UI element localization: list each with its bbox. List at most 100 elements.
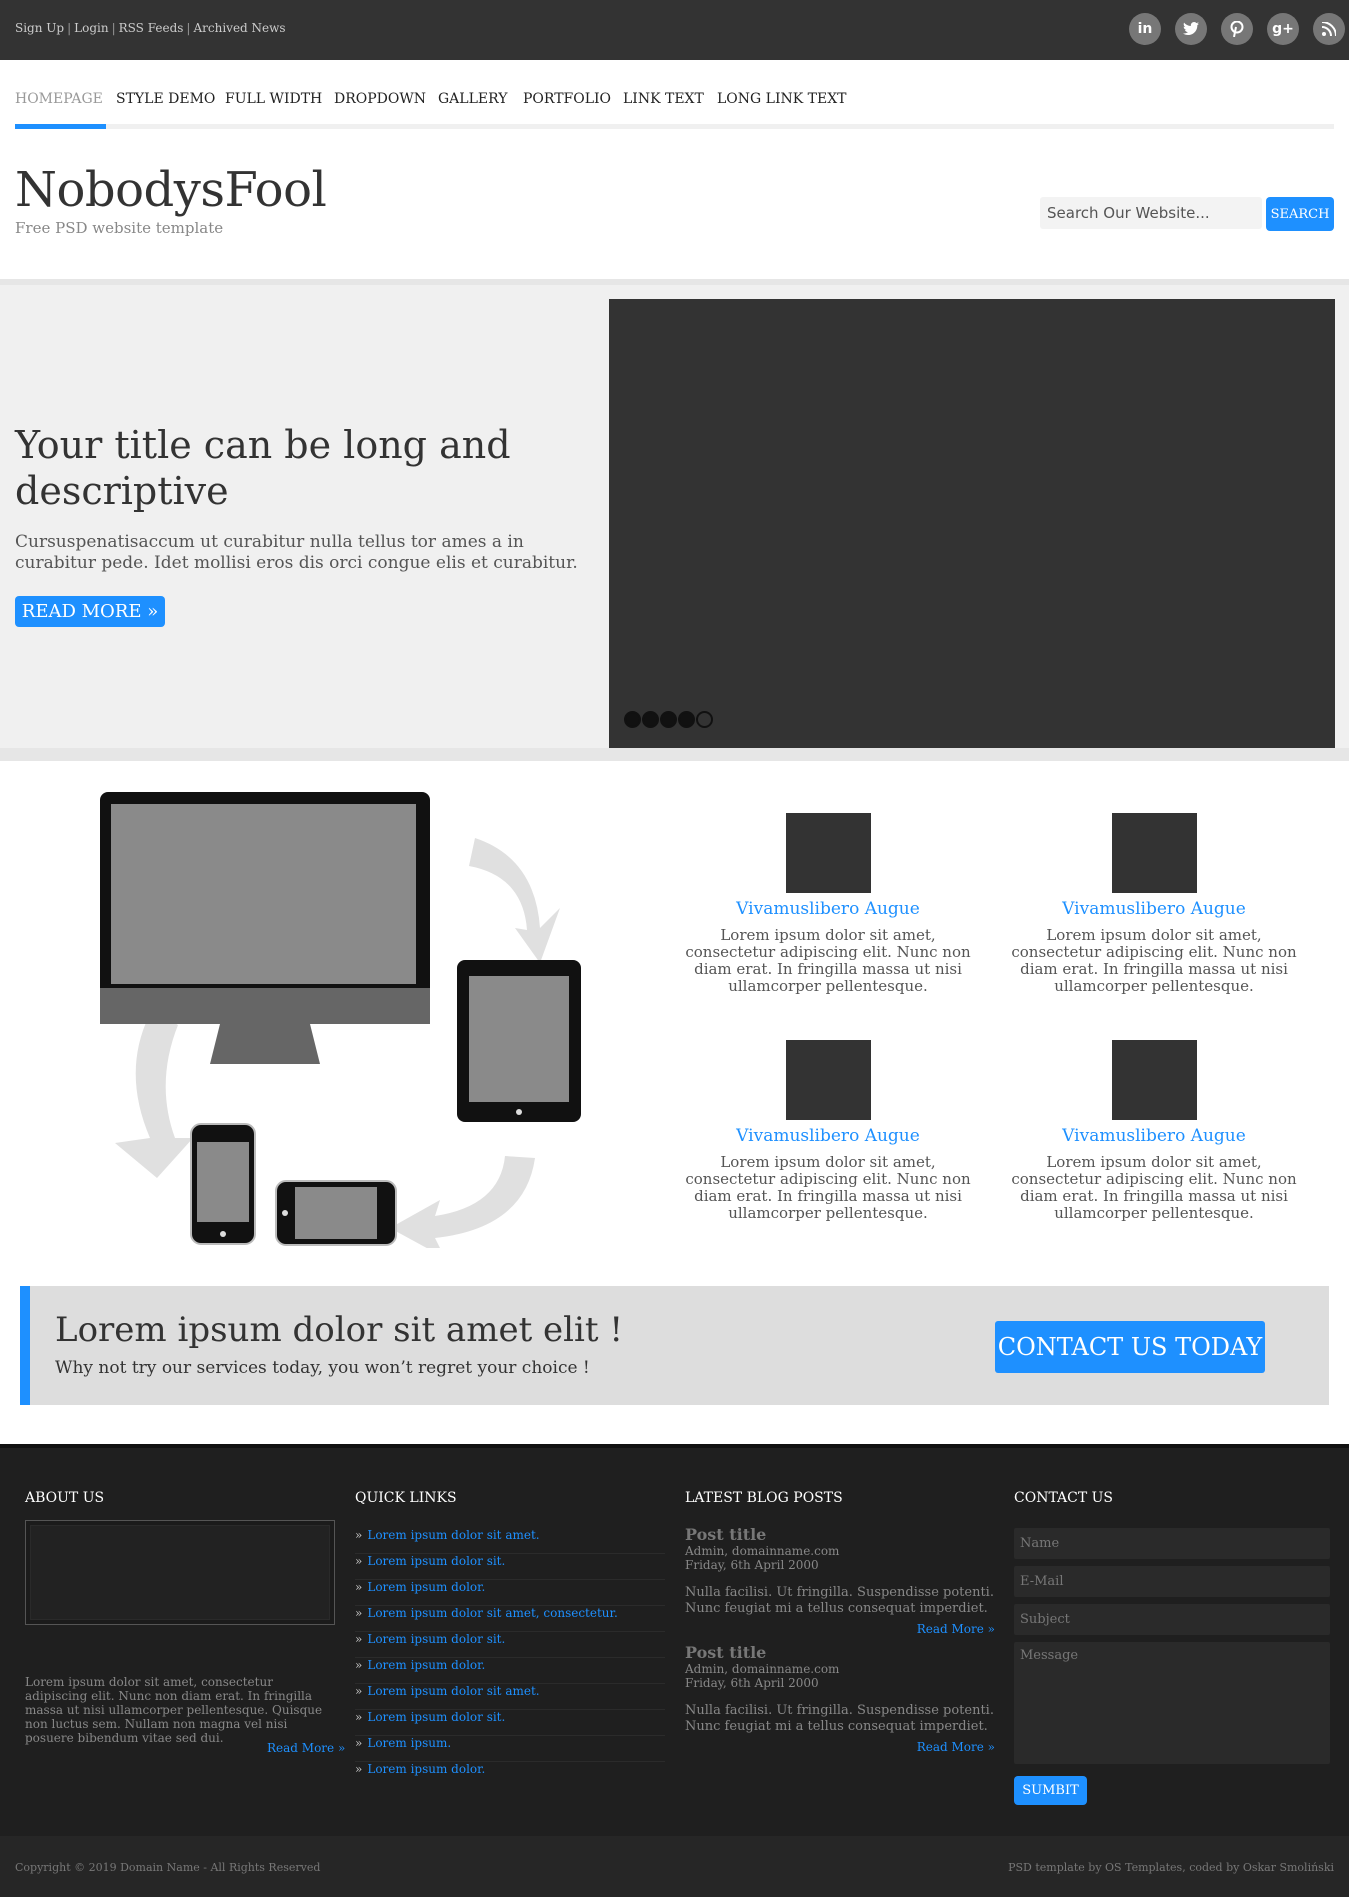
slider-dot[interactable] <box>660 711 677 728</box>
quick-link[interactable]: » Lorem ipsum dolor sit amet, consectetur… <box>355 1606 665 1632</box>
blog-heading: LATEST BLOG POSTS <box>685 1490 843 1506</box>
rss-feeds-link[interactable]: RSS Feeds <box>119 21 184 35</box>
slider-dot[interactable] <box>678 711 695 728</box>
feature-image <box>1111 1040 1197 1120</box>
post-title[interactable]: Post title <box>685 1525 995 1544</box>
hero-divider <box>0 748 1349 761</box>
cycle-arrow-icon <box>469 838 560 963</box>
read-more-button[interactable]: READ MORE » <box>15 596 165 627</box>
cycle-arrow-icon <box>390 1156 535 1248</box>
archived-news-link[interactable]: Archived News <box>193 21 285 35</box>
blog-post: Post title Admin, domainname.com Friday,… <box>685 1643 995 1754</box>
hero-text: Cursuspenatisaccum ut curabitur nulla te… <box>15 532 578 573</box>
slider-dot[interactable] <box>642 711 659 728</box>
about-heading: ABOUT US <box>25 1490 105 1506</box>
cycle-arrow-icon <box>115 1008 193 1178</box>
post-title[interactable]: Post title <box>685 1643 995 1662</box>
linkedin-icon[interactable]: in <box>1129 13 1161 45</box>
hero-slider <box>609 299 1335 748</box>
feature-text: Lorem ipsum dolor sit amet, consectetur … <box>1011 926 1297 995</box>
slider-dot-active[interactable] <box>696 711 713 728</box>
quick-link[interactable]: » Lorem ipsum dolor. <box>355 1580 665 1606</box>
post-date: Friday, 6th April 2000 <box>685 1558 819 1572</box>
nav-underline <box>15 124 1334 129</box>
credit-text: PSD template by OS Templates, coded by O… <box>1008 1861 1334 1874</box>
site-subtitle: Free PSD website template <box>15 219 224 237</box>
feature-card: Vivamuslibero Augue Lorem ipsum dolor si… <box>683 813 973 995</box>
nav-item-style-demo[interactable]: STYLE DEMO <box>116 91 215 107</box>
search-button[interactable]: SEARCH <box>1266 197 1334 231</box>
nav-active-indicator <box>15 124 106 129</box>
quick-link[interactable]: » Lorem ipsum dolor. <box>355 1658 665 1684</box>
about-text: Lorem ipsum dolor sit amet, consectetur … <box>25 1675 323 1745</box>
name-field[interactable] <box>1014 1528 1330 1559</box>
nav-item-gallery[interactable]: GALLERY <box>438 91 507 107</box>
feature-text: Lorem ipsum dolor sit amet, consectetur … <box>1011 1153 1297 1222</box>
quick-link[interactable]: » Lorem ipsum dolor sit amet. <box>355 1684 665 1710</box>
post-read-more-link[interactable]: Read More » <box>685 1622 995 1636</box>
blog-post: Post title Admin, domainname.com Friday,… <box>685 1525 995 1636</box>
nav-item-dropdown[interactable]: DROPDOWN <box>334 91 426 107</box>
contact-heading: CONTACT US <box>1014 1490 1114 1506</box>
quick-link[interactable]: » Lorem ipsum dolor sit. <box>355 1632 665 1658</box>
quick-links-heading: QUICK LINKS <box>355 1490 457 1506</box>
cta-accent-bar <box>20 1286 30 1405</box>
search-input[interactable] <box>1040 197 1262 229</box>
rss-icon[interactable] <box>1313 13 1345 45</box>
feature-title[interactable]: Vivamuslibero Augue <box>1009 899 1299 919</box>
feature-card: Vivamuslibero Augue Lorem ipsum dolor si… <box>1009 813 1299 995</box>
call-to-action: Lorem ipsum dolor sit amet elit ! Why no… <box>20 1286 1329 1405</box>
post-date: Friday, 6th April 2000 <box>685 1676 819 1690</box>
slider-dot[interactable] <box>624 711 641 728</box>
post-author: Admin, domainname.com <box>685 1662 840 1676</box>
feature-image <box>785 1040 871 1120</box>
bottom-bar: Copyright © 2019 Domain Name - All Right… <box>0 1836 1349 1897</box>
post-author: Admin, domainname.com <box>685 1544 840 1558</box>
hero-title: Your title can be long and descriptive <box>15 423 511 513</box>
quick-link[interactable]: » Lorem ipsum dolor sit amet. <box>355 1528 665 1554</box>
feature-text: Lorem ipsum dolor sit amet, consectetur … <box>685 926 971 995</box>
feature-image <box>785 813 871 893</box>
submit-button[interactable]: SUMBIT <box>1014 1776 1087 1805</box>
about-image <box>25 1520 335 1625</box>
quick-link[interactable]: » Lorem ipsum dolor sit. <box>355 1554 665 1580</box>
twitter-icon[interactable] <box>1175 13 1207 45</box>
nav-item-portfolio[interactable]: PORTFOLIO <box>523 91 611 107</box>
nav-item-long-link-text[interactable]: LONG LINK TEXT <box>717 91 847 107</box>
feature-title[interactable]: Vivamuslibero Augue <box>1009 1126 1299 1146</box>
feature-title[interactable]: Vivamuslibero Augue <box>683 1126 973 1146</box>
email-field[interactable] <box>1014 1566 1330 1597</box>
feature-text: Lorem ipsum dolor sit amet, consectetur … <box>685 1153 971 1222</box>
quick-link[interactable]: » Lorem ipsum dolor. <box>355 1762 665 1788</box>
nav-item-full-width[interactable]: FULL WIDTH <box>225 91 322 107</box>
contact-us-button[interactable]: CONTACT US TODAY <box>995 1321 1265 1373</box>
nav-item-homepage[interactable]: HOMEPAGE <box>15 91 103 107</box>
google-plus-icon[interactable]: g+ <box>1267 13 1299 45</box>
feature-image <box>1111 813 1197 893</box>
devices-illustration <box>100 792 581 1248</box>
cta-title: Lorem ipsum dolor sit amet elit ! <box>55 1310 624 1350</box>
copyright-text: Copyright © 2019 Domain Name - All Right… <box>15 1861 321 1874</box>
post-excerpt: Nulla facilisi. Ut fringilla. Suspendiss… <box>685 1585 994 1616</box>
login-link[interactable]: Login <box>74 21 108 35</box>
top-bar: Sign Up | Login | RSS Feeds | Archived News in… <box>0 0 1349 60</box>
quick-link[interactable]: » Lorem ipsum. <box>355 1736 665 1762</box>
slider-pagination <box>624 711 713 728</box>
footer <box>0 1444 1349 1836</box>
feature-card: Vivamuslibero Augue Lorem ipsum dolor si… <box>1009 1040 1299 1222</box>
nav-item-link-text[interactable]: LINK TEXT <box>623 91 704 107</box>
hero-section: Your title can be long and descriptive C… <box>0 285 1349 748</box>
top-links: Sign Up | Login | RSS Feeds | Archived News <box>15 21 286 35</box>
feature-title[interactable]: Vivamuslibero Augue <box>683 899 973 919</box>
message-field[interactable] <box>1014 1642 1330 1764</box>
post-read-more-link[interactable]: Read More » <box>685 1740 995 1754</box>
quick-link[interactable]: » Lorem ipsum dolor sit. <box>355 1710 665 1736</box>
feature-card: Vivamuslibero Augue Lorem ipsum dolor si… <box>683 1040 973 1222</box>
subject-field[interactable] <box>1014 1604 1330 1635</box>
about-read-more-link[interactable]: Read More » <box>267 1741 345 1755</box>
post-excerpt: Nulla facilisi. Ut fringilla. Suspendiss… <box>685 1703 994 1734</box>
cta-subtitle: Why not try our services today, you won’… <box>55 1358 590 1378</box>
site-title[interactable]: NobodysFool <box>15 162 327 218</box>
signup-link[interactable]: Sign Up <box>15 21 64 35</box>
pinterest-icon[interactable] <box>1221 13 1253 45</box>
